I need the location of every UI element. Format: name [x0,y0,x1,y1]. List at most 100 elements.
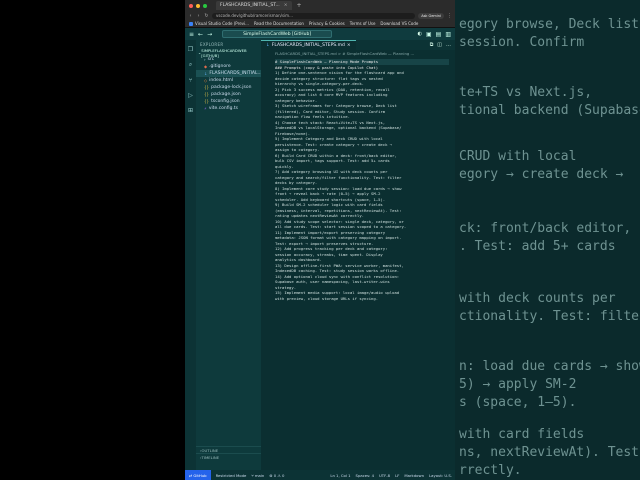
url-field[interactable]: vscode.dev/github/ramcerisman/sim... [212,12,416,19]
nav-forward-icon[interactable]: → [207,31,212,38]
explorer-icon[interactable]: ❐ [188,46,193,53]
problems-indicator[interactable]: ⊗ 0 ⚠ 0 [269,473,284,478]
file-name: FLASHCARDS_INITIAL... [209,71,262,76]
breadcrumb[interactable]: FLASHCARDS_INITIAL_STEPS.md > # SimpleFl… [261,50,455,57]
file-item[interactable]: {} package-lock.json [196,84,261,91]
vscode-title-bar: ≡ ← → SimpleFlashCardWeb [GitHub] ◐ ▣ ▤ … [185,28,455,40]
background-text-line: CRUD with local [459,149,577,164]
json-icon: {} [204,85,210,90]
more-icon[interactable]: ⋮ [447,13,452,19]
copilot-icon[interactable]: ◐ [418,31,422,37]
bookmark-item[interactable]: Privacy & Cookies [309,21,345,26]
timeline-section[interactable]: › TIMELINE [196,453,261,460]
html-icon: ◇ [204,78,208,83]
file-name: .gitignore [209,64,231,69]
file-item[interactable]: ⚡ vite.config.ts [196,105,261,112]
status-right-group: Ln 1, Col 1 Spaces: 4 UTF-8 LF Markdown Layou… [330,473,452,478]
background-text-line: with deck counts per [459,291,616,306]
editor-tab-flashcards[interactable]: ↓ FLASHCARDS_INITIAL_STEPS.md × [261,40,356,50]
reload-icon[interactable]: ↻ [204,13,209,19]
file-item[interactable]: {} package.json [196,91,261,98]
git-icon: ◆ [204,64,208,69]
background-text-line: rrectly. [459,463,522,478]
markdown-icon: ↓ [266,43,270,48]
background-text-line: with card fields [459,427,585,442]
background-text-line: ck: front/back editor, [459,221,632,236]
code-content[interactable]: # SimpleFlashCardWeb — Planning Mode Pro… [261,57,455,470]
bookmark-item[interactable]: Read the Documentation [254,21,304,26]
forward-icon[interactable]: › [196,13,201,19]
status-item[interactable]: Spaces: 4 [356,473,374,478]
new-tab-icon[interactable]: + [297,2,302,9]
split-editor-icon[interactable]: ◫ [437,42,442,48]
remote-icon: ⇄ [189,472,193,478]
background-text-line: tional backend (Supabase/ [459,103,640,118]
code-line: with preview, cloud storage URLs if sync… [275,295,379,301]
file-item[interactable]: ↓ FLASHCARDS_INITIAL... [196,70,262,77]
toggle-sidebar-icon[interactable]: ▣ [426,31,432,38]
background-text-line: 5) → apply SM-2 [459,377,577,392]
file-item[interactable]: ◇ index.html [196,77,261,84]
status-item[interactable]: LF [395,473,399,478]
folder-icon: › [204,57,206,62]
status-item[interactable]: UTF-8 [379,473,390,478]
nav-back-icon[interactable]: ← [198,31,203,38]
close-window-icon[interactable] [189,3,193,8]
editor-tab-bar: ↓ FLASHCARDS_INITIAL_STEPS.md × ⧉ ◫ … [261,40,455,50]
background-text-line: . Test: add 5+ cards [459,239,616,254]
bookmark-item[interactable]: Download VS Code [380,21,418,26]
minimize-window-icon[interactable] [196,3,200,8]
back-icon[interactable]: ‹ [188,13,193,19]
screen: egory browse, Deck list session. Confirm t… [0,0,640,480]
file-item[interactable]: {} tsconfig.json [196,98,261,105]
background-text-line: s (space, 1–5). [459,395,577,410]
left-blackout [0,0,185,480]
command-center[interactable]: SimpleFlashCardWeb [GitHub] [222,30,333,38]
json-icon: {} [204,99,210,104]
file-name: tsconfig.json [211,99,240,104]
status-bar: ⇄ GitHub Restricted Mode ⑂ main ⊗ 0 ⚠ 0 … [185,470,455,480]
root-folder[interactable]: ⌄ SIMPLEFLASHCARDWEB [GITHUB] [196,48,261,58]
source-control-icon[interactable]: ⑂ [189,77,193,84]
search-icon[interactable]: ⌕ [189,61,192,69]
editor-actions: ⧉ ◫ … [430,42,455,48]
menu-icon[interactable]: ≡ [189,31,194,38]
bookmarks-bar: Visual Studio Code (Previ... Read the Do… [185,20,455,28]
markdown-icon: ↓ [204,71,208,76]
json-icon: {} [204,92,210,97]
run-debug-icon[interactable]: ▷ [188,92,193,99]
browser-tab-title: FLASHCARDS_INITIAL_ST... [220,3,280,8]
background-text-line: ns, nextReviewAt). Test: [459,445,640,460]
file-item[interactable]: ◆ .gitignore [196,63,261,70]
branch-indicator[interactable]: ⑂ main [251,473,264,478]
bookmark-item[interactable]: Visual Studio Code (Previ... [189,21,249,26]
maximize-window-icon[interactable] [203,3,207,8]
vscode-workbench: ❐ ⌕ ⑂ ▷ ⊞ EXPLORER ⌄ SIMPLEFLASHCARDWEB … [185,40,455,470]
address-bar-row: ‹ › ↻ vscode.dev/github/ramcerisman/sim.… [185,11,455,20]
more-actions-icon[interactable]: … [446,42,451,48]
browser-tab[interactable]: FLASHCARDS_INITIAL_ST... × [216,1,292,10]
outline-section[interactable]: › OUTLINE [196,446,261,453]
file-name: vite.config.ts [208,106,238,111]
status-item[interactable]: Ln 1, Col 1 [330,473,350,478]
activity-bar: ❐ ⌕ ⑂ ▷ ⊞ [185,40,196,470]
bookmark-item[interactable]: Terms of Use [350,21,376,26]
background-text-line: egory browse, Deck list [459,17,640,32]
background-text-line: te+TS vs Next.js, [459,85,593,100]
open-preview-icon[interactable]: ⧉ [430,42,434,48]
tab-close-icon[interactable]: × [347,43,351,48]
extensions-icon[interactable]: ⊞ [188,107,193,114]
remote-indicator[interactable]: ⇄ GitHub [185,470,211,480]
status-item[interactable]: Markdown [404,473,424,478]
background-text-line: egory → create deck → [459,167,624,182]
status-item[interactable]: Layout: U.S. [429,473,452,478]
ask-gemini-button[interactable]: Ask Gemini [418,12,444,19]
background-text-line: n: load due cards → show [459,359,640,374]
layout-icon[interactable]: ▥ [445,31,451,38]
file-name: package-lock.json [211,85,252,90]
tab-close-icon[interactable]: × [284,3,288,8]
restricted-mode-indicator[interactable]: Restricted Mode [216,473,247,478]
toggle-panel-icon[interactable]: ▤ [436,31,442,38]
background-zoomed-editor: egory browse, Deck list session. Confirm t… [455,0,640,480]
file-name: package.json [211,92,241,97]
